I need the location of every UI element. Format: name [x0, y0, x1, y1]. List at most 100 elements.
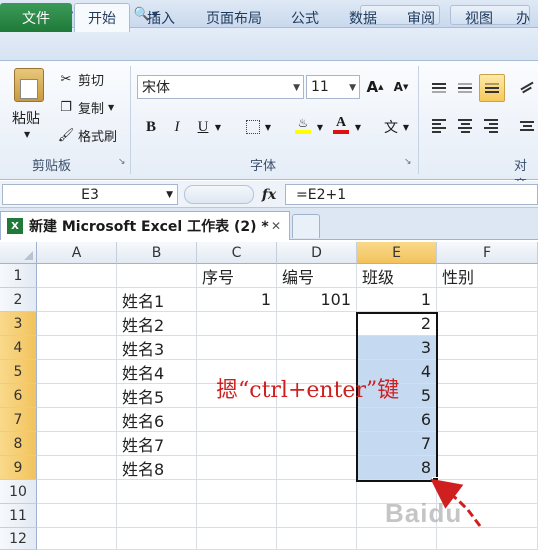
bold-button[interactable]: B	[140, 116, 162, 138]
paste-button[interactable]: 粘贴	[12, 108, 40, 128]
phonetic-dropdown-icon[interactable]: ▼	[400, 116, 412, 138]
cell-d11[interactable]	[277, 504, 357, 528]
cell-b4[interactable]: 姓名3	[117, 336, 197, 360]
cell-f8[interactable]	[437, 432, 538, 456]
tab-review[interactable]: 审阅	[398, 3, 444, 32]
row-header-10[interactable]: 10	[0, 480, 37, 504]
font-dialog-launcher-icon[interactable]: ↘	[404, 157, 412, 167]
tab-file[interactable]: 文件	[0, 3, 72, 32]
phonetic-button[interactable]: 文	[380, 116, 402, 138]
cell-f7[interactable]	[437, 408, 538, 432]
orientation-icon[interactable]	[516, 78, 538, 98]
font-name-combo[interactable]: 宋体 ▼	[137, 75, 304, 99]
align-center-icon[interactable]	[454, 116, 476, 136]
copy-button[interactable]: ❐ 复制 ▼	[58, 98, 114, 117]
fill-color-dropdown-icon[interactable]: ▼	[314, 116, 326, 138]
cell-c2[interactable]: 1	[197, 288, 277, 312]
row-header-11[interactable]: 11	[0, 504, 37, 528]
row-header-6[interactable]: 6	[0, 384, 37, 408]
row-header-5[interactable]: 5	[0, 360, 37, 384]
tab-insert[interactable]: 插入	[138, 3, 184, 32]
cell-f6[interactable]	[437, 384, 538, 408]
cell-a9[interactable]	[37, 456, 117, 480]
cell-b2[interactable]: 姓名1	[117, 288, 197, 312]
cell-c11[interactable]	[197, 504, 277, 528]
cell-d3[interactable]	[277, 312, 357, 336]
row-header-3[interactable]: 3	[0, 312, 37, 336]
cell-b6[interactable]: 姓名5	[117, 384, 197, 408]
cell-b8[interactable]: 姓名7	[117, 432, 197, 456]
cell-d12[interactable]	[277, 528, 357, 550]
font-size-combo[interactable]: 11 ▼	[306, 75, 360, 99]
column-header-a[interactable]: A	[37, 242, 117, 264]
close-tab-icon[interactable]: ✕	[271, 219, 281, 233]
row-header-4[interactable]: 4	[0, 336, 37, 360]
cell-e1[interactable]: 班级	[357, 264, 437, 288]
underline-button[interactable]: U	[192, 116, 214, 138]
cell-f3[interactable]	[437, 312, 538, 336]
align-middle-icon[interactable]	[454, 78, 476, 98]
paste-dropdown-icon[interactable]: ▼	[24, 130, 30, 139]
fill-color-button[interactable]: ♨	[292, 114, 314, 136]
font-color-button[interactable]: A	[330, 114, 352, 136]
cell-b1[interactable]	[117, 264, 197, 288]
cell-b3[interactable]: 姓名2	[117, 312, 197, 336]
cell-e4[interactable]: 3	[357, 336, 437, 360]
cell-c3[interactable]	[197, 312, 277, 336]
cell-d4[interactable]	[277, 336, 357, 360]
cell-c9[interactable]	[197, 456, 277, 480]
italic-button[interactable]: I	[166, 116, 188, 138]
align-bottom-icon[interactable]	[479, 74, 505, 102]
select-all-corner[interactable]	[0, 242, 37, 264]
decrease-indent-icon[interactable]	[516, 116, 538, 136]
cell-d9[interactable]	[277, 456, 357, 480]
column-header-c[interactable]: C	[197, 242, 277, 264]
column-header-d[interactable]: D	[277, 242, 357, 264]
cell-f5[interactable]	[437, 360, 538, 384]
cell-b9[interactable]: 姓名8	[117, 456, 197, 480]
tab-home[interactable]: 开始	[74, 3, 130, 32]
border-button[interactable]	[242, 116, 264, 138]
cell-a2[interactable]	[37, 288, 117, 312]
underline-dropdown-icon[interactable]: ▼	[212, 116, 224, 138]
cell-b12[interactable]	[117, 528, 197, 550]
formula-bar-splitter[interactable]	[184, 185, 254, 204]
cell-c1[interactable]: 序号	[197, 264, 277, 288]
copy-dropdown-icon[interactable]: ▼	[108, 103, 114, 112]
column-header-b[interactable]: B	[117, 242, 197, 264]
cell-e7[interactable]: 6	[357, 408, 437, 432]
column-header-e[interactable]: E	[357, 242, 437, 264]
cell-d7[interactable]	[277, 408, 357, 432]
row-header-7[interactable]: 7	[0, 408, 37, 432]
cell-d1[interactable]: 编号	[277, 264, 357, 288]
cell-a7[interactable]	[37, 408, 117, 432]
row-header-12[interactable]: 12	[0, 528, 37, 550]
tab-page-layout[interactable]: 页面布局	[196, 3, 272, 32]
cell-c10[interactable]	[197, 480, 277, 504]
cell-c8[interactable]	[197, 432, 277, 456]
insert-function-icon[interactable]: fx	[256, 184, 282, 205]
cell-a1[interactable]	[37, 264, 117, 288]
chevron-down-icon[interactable]: ▼	[166, 190, 173, 200]
cell-e3[interactable]: 2	[357, 312, 437, 336]
cell-b7[interactable]: 姓名6	[117, 408, 197, 432]
align-left-icon[interactable]	[428, 116, 450, 136]
row-header-2[interactable]: 2	[0, 288, 37, 312]
grow-font-button[interactable]: A ▲	[364, 76, 386, 98]
row-header-9[interactable]: 9	[0, 456, 37, 480]
cell-c4[interactable]	[197, 336, 277, 360]
cell-d8[interactable]	[277, 432, 357, 456]
cell-a3[interactable]	[37, 312, 117, 336]
cell-f2[interactable]	[437, 288, 538, 312]
cell-c12[interactable]	[197, 528, 277, 550]
cell-a5[interactable]	[37, 360, 117, 384]
new-tab-button[interactable]	[292, 214, 320, 238]
cell-b11[interactable]	[117, 504, 197, 528]
cell-d2[interactable]: 101	[277, 288, 357, 312]
align-right-icon[interactable]	[480, 116, 502, 136]
row-header-1[interactable]: 1	[0, 264, 37, 288]
border-dropdown-icon[interactable]: ▼	[262, 116, 274, 138]
shrink-font-button[interactable]: A ▼	[390, 76, 412, 98]
cell-a11[interactable]	[37, 504, 117, 528]
cell-a12[interactable]	[37, 528, 117, 550]
